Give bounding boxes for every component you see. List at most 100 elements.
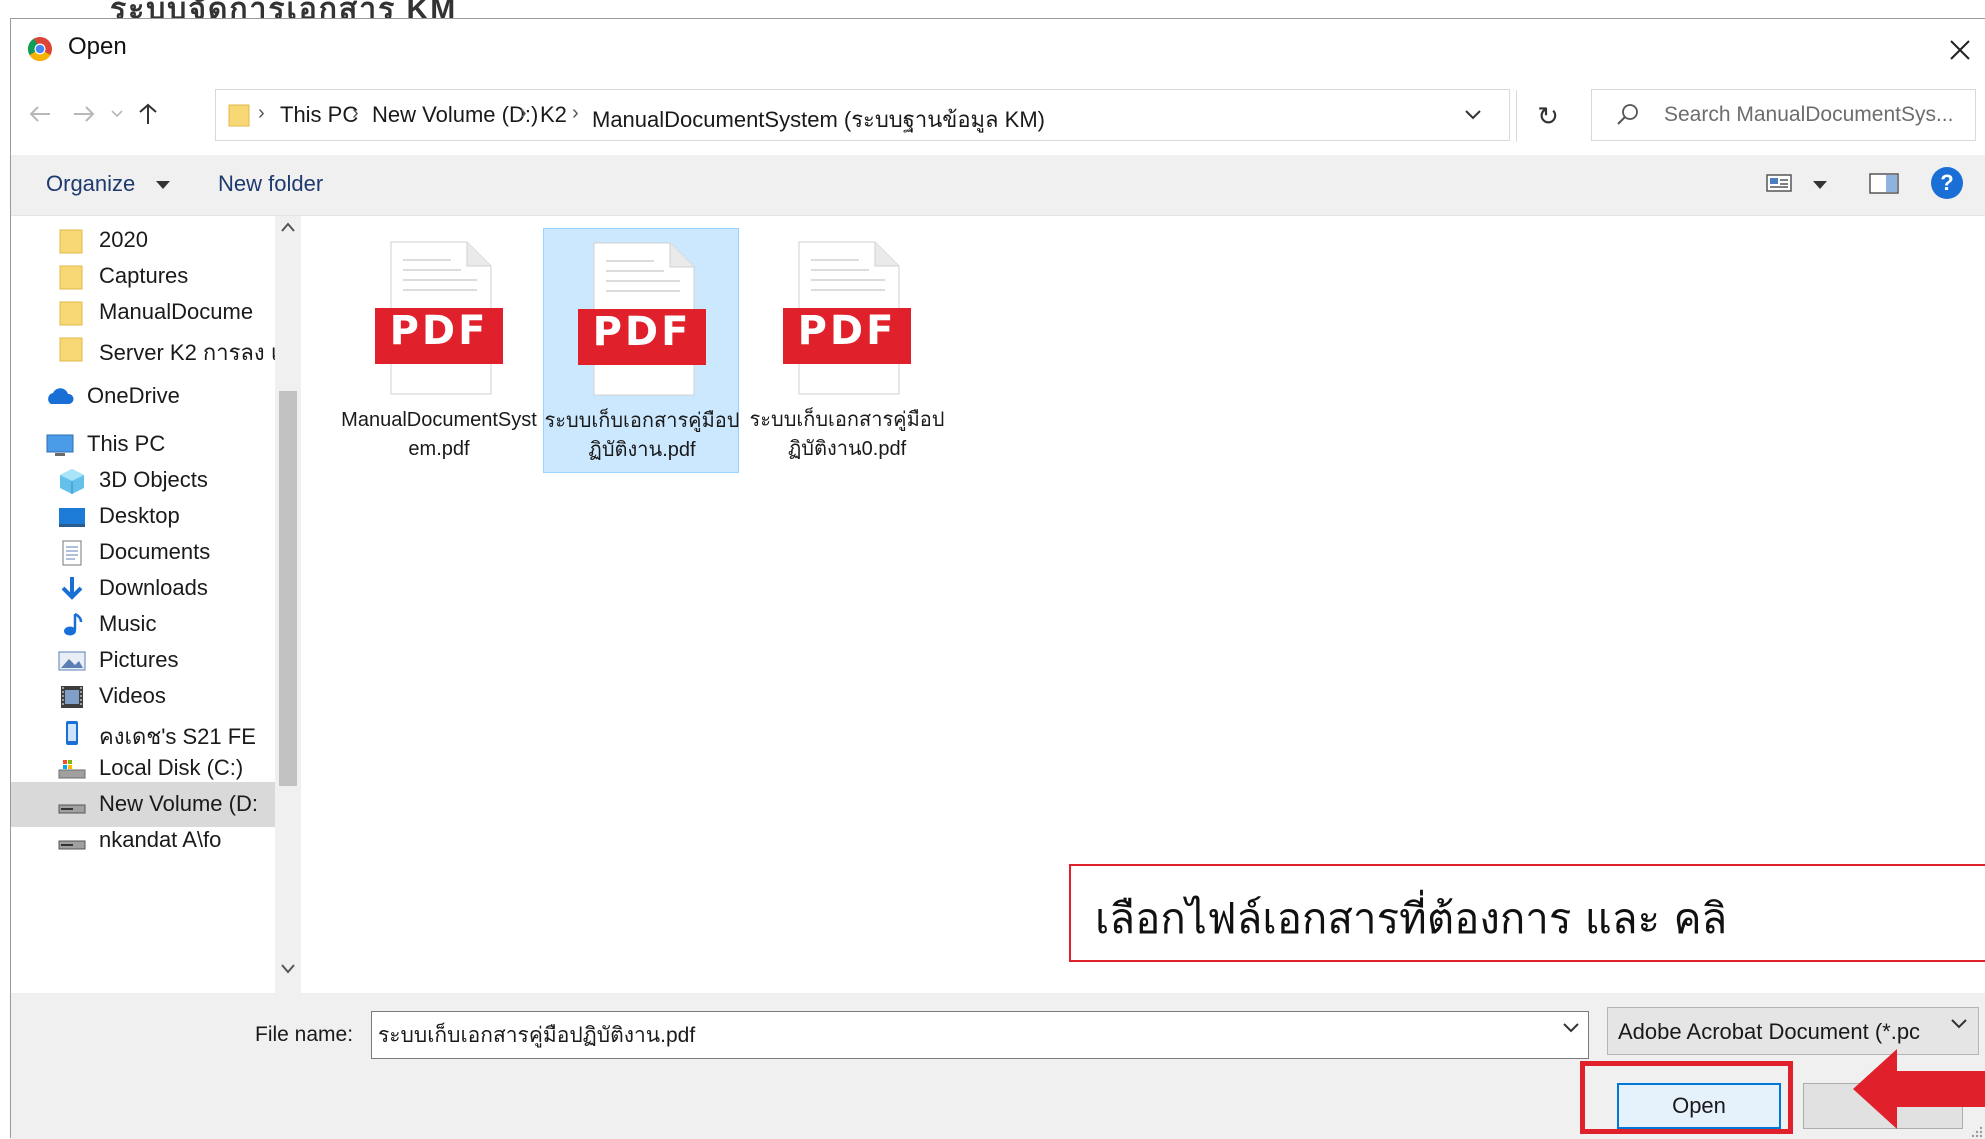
video-icon [57, 682, 87, 712]
computer-icon [45, 430, 75, 460]
file-item[interactable]: PDF ระบบเก็บเอกสารคู่มือปฏิบัติงาน0.pdf [749, 228, 945, 473]
scroll-up-button[interactable] [275, 222, 301, 242]
file-name-combobox[interactable] [371, 1011, 1589, 1059]
folder-icon [57, 226, 87, 256]
breadcrumb-separator: › [352, 102, 359, 124]
command-toolbar: Organize New folder ? [11, 155, 1985, 216]
sidebar-item-label: This PC [87, 431, 166, 456]
back-button[interactable] [23, 97, 57, 131]
file-name: ระบบเก็บเอกสารคู่มือปฏิบัติงาน0.pdf [749, 409, 945, 460]
up-button[interactable] [131, 97, 165, 131]
change-view-icon[interactable] [1766, 171, 1792, 195]
chevron-down-icon [281, 964, 295, 974]
chevron-down-icon [1951, 1019, 1967, 1029]
drive-icon [57, 790, 87, 820]
pdf-badge-label: PDF [389, 308, 489, 354]
file-name-input[interactable] [378, 1012, 1538, 1058]
sidebar-item[interactable]: nkandat A\fo [11, 818, 275, 863]
breadcrumb-this-pc[interactable]: This PC [280, 102, 358, 128]
sidebar-item-label: 3D Objects [99, 467, 208, 492]
sidebar-item-label: OneDrive [87, 383, 180, 408]
view-options-dropdown-icon[interactable] [1813, 181, 1827, 189]
sidebar-item-label: nkandat A\fo [99, 827, 222, 852]
sidebar-item-label: Music [99, 611, 157, 636]
instruction-callout: เลือกไฟล์เอกสารที่ต้องการ และ คลิ [1069, 864, 1985, 962]
arrow-left-icon [29, 106, 50, 122]
documents-icon [57, 538, 87, 568]
new-folder-button[interactable]: New folder [218, 171, 323, 197]
sidebar-item-label: ManualDocume [99, 299, 254, 324]
cloud-icon [45, 382, 75, 412]
recent-locations-button[interactable] [105, 97, 129, 131]
scrollbar-thumb[interactable] [279, 391, 297, 786]
file-item-selected[interactable]: PDF ระบบเก็บเอกสารคู่มือปฏิบัติงาน.pdf [543, 228, 739, 473]
organize-dropdown-icon[interactable] [156, 181, 170, 189]
chevron-down-icon[interactable] [1562, 1022, 1580, 1034]
arrow-up-icon [139, 103, 157, 124]
navigation-row: › This PC › New Volume (D:) › K2 › Manua… [11, 87, 1985, 143]
sidebar-item-label: Server K2 การลง แ [99, 340, 275, 365]
preview-pane-icon[interactable] [1869, 171, 1899, 195]
chevron-up-icon [281, 222, 295, 232]
organize-button[interactable]: Organize [46, 171, 135, 197]
download-icon [57, 574, 87, 604]
resize-grip-icon[interactable] [1966, 1124, 1984, 1138]
red-arrow-pointer-icon [1853, 1049, 1985, 1129]
pdf-badge-label: PDF [592, 309, 692, 355]
breadcrumb-separator: › [520, 102, 527, 124]
scroll-down-button[interactable] [275, 964, 301, 984]
music-icon [57, 610, 87, 640]
open-file-dialog: Open › This PC › New Volume (D:) › K2 › … [10, 18, 1985, 1139]
chevron-down-icon [1465, 110, 1481, 120]
folder-icon [57, 334, 87, 364]
address-bar[interactable]: › This PC › New Volume (D:) › K2 › Manua… [215, 89, 1559, 142]
navigation-scrollbar[interactable] [275, 216, 301, 993]
search-icon [1617, 104, 1638, 125]
sidebar-item-label: Desktop [99, 503, 180, 528]
pictures-icon [57, 646, 87, 676]
background-window-strip: ระบบจัดการเอกสาร KM [0, 0, 1985, 18]
navigation-pane[interactable]: 2020 Captures ManualDocume Server K2 การลง … [11, 216, 275, 993]
folder-icon [57, 298, 87, 328]
sidebar-item[interactable]: Server K2 การลง แ [11, 326, 275, 371]
close-icon [1950, 40, 1970, 60]
file-type-select[interactable]: Adobe Acrobat Document (*.pc [1607, 1007, 1979, 1055]
sidebar-item-label: Captures [99, 263, 189, 288]
breadcrumb-separator: › [572, 102, 579, 124]
arrow-right-icon [74, 106, 95, 122]
help-button[interactable]: ? [1931, 167, 1963, 199]
breadcrumb-current-folder[interactable]: ManualDocumentSystem (ระบบฐานข้อมูล KM) [592, 102, 1045, 137]
chrome-logo-icon [27, 37, 52, 62]
file-name-label: File name: [255, 1023, 354, 1046]
sidebar-item-label: New Volume (D: [99, 791, 258, 816]
sidebar-item-label: Local Disk (C:) [99, 755, 244, 780]
sidebar-item[interactable]: OneDrive [11, 374, 275, 419]
pdf-badge-label: PDF [797, 308, 897, 354]
refresh-button[interactable]: ↻ [1516, 90, 1579, 142]
title-bar: Open [11, 19, 1985, 81]
folder-icon [228, 104, 250, 127]
sidebar-item-label: Downloads [99, 575, 208, 600]
close-button[interactable] [1935, 27, 1985, 73]
forward-button[interactable] [67, 97, 101, 131]
desktop-icon [57, 502, 87, 532]
refresh-icon: ↻ [1537, 100, 1559, 131]
phone-icon [57, 718, 87, 748]
folder-icon [57, 262, 87, 292]
search-box[interactable] [1591, 89, 1976, 141]
sidebar-item-label: 2020 [99, 227, 148, 252]
address-history-dropdown[interactable] [1456, 100, 1490, 130]
sidebar-item-label: Videos [99, 683, 166, 708]
search-input[interactable] [1664, 90, 1964, 140]
file-name: ระบบเก็บเอกสารคู่มือปฏิบัติงาน.pdf [544, 410, 740, 461]
disk-icon [57, 754, 87, 784]
file-item[interactable]: PDF ManualDocumentSystem.pdf [341, 228, 537, 473]
file-name-area: File name: Adobe Acrobat Document (*.pc … [11, 993, 1985, 1139]
cube-icon [57, 466, 87, 496]
breadcrumb-k2[interactable]: K2 [540, 102, 567, 128]
file-type-value: Adobe Acrobat Document (*.pc [1618, 1019, 1921, 1044]
chevron-down-icon [111, 110, 123, 118]
breadcrumb-new-volume[interactable]: New Volume (D:) [372, 102, 538, 128]
open-button[interactable]: Open [1617, 1083, 1781, 1129]
breadcrumb-separator: › [258, 102, 265, 124]
